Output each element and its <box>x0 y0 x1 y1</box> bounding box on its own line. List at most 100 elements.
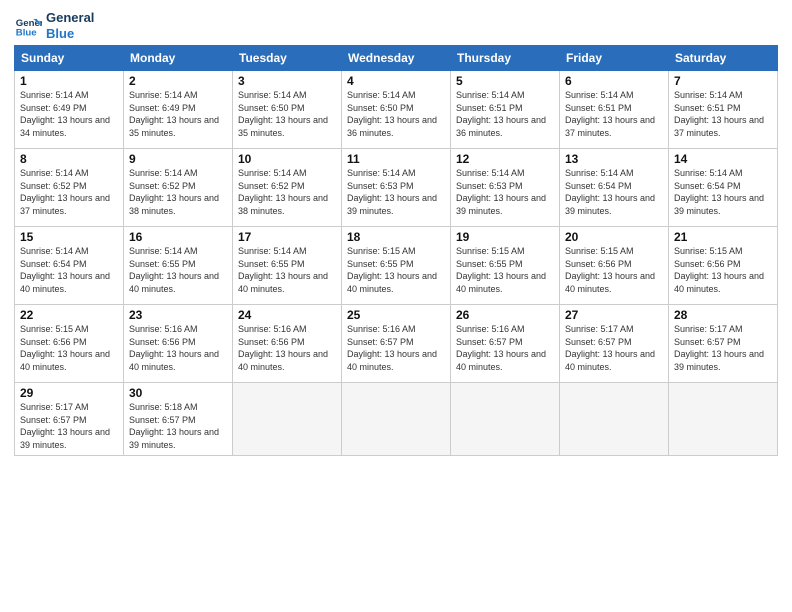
day-number: 3 <box>238 74 336 88</box>
day-number: 29 <box>20 386 118 400</box>
calendar-cell: 7Sunrise: 5:14 AMSunset: 6:51 PMDaylight… <box>669 71 778 149</box>
calendar-cell: 9Sunrise: 5:14 AMSunset: 6:52 PMDaylight… <box>124 149 233 227</box>
day-info: Sunrise: 5:14 AMSunset: 6:55 PMDaylight:… <box>238 245 336 295</box>
day-number: 17 <box>238 230 336 244</box>
calendar-cell: 15Sunrise: 5:14 AMSunset: 6:54 PMDayligh… <box>15 227 124 305</box>
week-row: 29Sunrise: 5:17 AMSunset: 6:57 PMDayligh… <box>15 383 778 455</box>
logo-icon: General Blue <box>14 12 42 40</box>
calendar-cell <box>669 383 778 455</box>
calendar-cell: 1Sunrise: 5:14 AMSunset: 6:49 PMDaylight… <box>15 71 124 149</box>
week-row: 8Sunrise: 5:14 AMSunset: 6:52 PMDaylight… <box>15 149 778 227</box>
day-number: 18 <box>347 230 445 244</box>
calendar-cell: 21Sunrise: 5:15 AMSunset: 6:56 PMDayligh… <box>669 227 778 305</box>
calendar-cell: 17Sunrise: 5:14 AMSunset: 6:55 PMDayligh… <box>233 227 342 305</box>
calendar-cell: 25Sunrise: 5:16 AMSunset: 6:57 PMDayligh… <box>342 305 451 383</box>
calendar-cell: 11Sunrise: 5:14 AMSunset: 6:53 PMDayligh… <box>342 149 451 227</box>
day-number: 5 <box>456 74 554 88</box>
logo-text-general: General <box>46 10 94 26</box>
weekday-header-row: SundayMondayTuesdayWednesdayThursdayFrid… <box>15 46 778 71</box>
calendar-cell: 16Sunrise: 5:14 AMSunset: 6:55 PMDayligh… <box>124 227 233 305</box>
day-number: 12 <box>456 152 554 166</box>
calendar-cell: 23Sunrise: 5:16 AMSunset: 6:56 PMDayligh… <box>124 305 233 383</box>
day-info: Sunrise: 5:14 AMSunset: 6:51 PMDaylight:… <box>674 89 772 139</box>
calendar-cell: 2Sunrise: 5:14 AMSunset: 6:49 PMDaylight… <box>124 71 233 149</box>
day-number: 23 <box>129 308 227 322</box>
calendar-cell <box>342 383 451 455</box>
day-number: 22 <box>20 308 118 322</box>
day-info: Sunrise: 5:14 AMSunset: 6:52 PMDaylight:… <box>238 167 336 217</box>
day-info: Sunrise: 5:17 AMSunset: 6:57 PMDaylight:… <box>674 323 772 373</box>
day-info: Sunrise: 5:14 AMSunset: 6:53 PMDaylight:… <box>456 167 554 217</box>
day-info: Sunrise: 5:17 AMSunset: 6:57 PMDaylight:… <box>20 401 118 451</box>
logo: General Blue General Blue <box>14 10 94 41</box>
day-info: Sunrise: 5:15 AMSunset: 6:56 PMDaylight:… <box>20 323 118 373</box>
logo-text-blue: Blue <box>46 26 94 42</box>
day-number: 1 <box>20 74 118 88</box>
calendar-cell: 6Sunrise: 5:14 AMSunset: 6:51 PMDaylight… <box>560 71 669 149</box>
calendar-cell: 30Sunrise: 5:18 AMSunset: 6:57 PMDayligh… <box>124 383 233 455</box>
calendar-cell: 12Sunrise: 5:14 AMSunset: 6:53 PMDayligh… <box>451 149 560 227</box>
calendar-cell <box>233 383 342 455</box>
day-number: 24 <box>238 308 336 322</box>
day-info: Sunrise: 5:14 AMSunset: 6:54 PMDaylight:… <box>565 167 663 217</box>
weekday-header: Sunday <box>15 46 124 71</box>
day-info: Sunrise: 5:18 AMSunset: 6:57 PMDaylight:… <box>129 401 227 451</box>
calendar-cell: 5Sunrise: 5:14 AMSunset: 6:51 PMDaylight… <box>451 71 560 149</box>
day-number: 4 <box>347 74 445 88</box>
day-info: Sunrise: 5:14 AMSunset: 6:55 PMDaylight:… <box>129 245 227 295</box>
day-info: Sunrise: 5:14 AMSunset: 6:52 PMDaylight:… <box>20 167 118 217</box>
day-info: Sunrise: 5:14 AMSunset: 6:50 PMDaylight:… <box>347 89 445 139</box>
day-number: 20 <box>565 230 663 244</box>
calendar-cell: 26Sunrise: 5:16 AMSunset: 6:57 PMDayligh… <box>451 305 560 383</box>
day-number: 9 <box>129 152 227 166</box>
week-row: 1Sunrise: 5:14 AMSunset: 6:49 PMDaylight… <box>15 71 778 149</box>
weekday-header: Monday <box>124 46 233 71</box>
calendar-cell: 18Sunrise: 5:15 AMSunset: 6:55 PMDayligh… <box>342 227 451 305</box>
day-number: 19 <box>456 230 554 244</box>
day-info: Sunrise: 5:14 AMSunset: 6:53 PMDaylight:… <box>347 167 445 217</box>
day-number: 7 <box>674 74 772 88</box>
day-info: Sunrise: 5:14 AMSunset: 6:50 PMDaylight:… <box>238 89 336 139</box>
calendar-cell <box>451 383 560 455</box>
weekday-header: Tuesday <box>233 46 342 71</box>
day-info: Sunrise: 5:15 AMSunset: 6:55 PMDaylight:… <box>456 245 554 295</box>
day-info: Sunrise: 5:14 AMSunset: 6:54 PMDaylight:… <box>674 167 772 217</box>
day-number: 28 <box>674 308 772 322</box>
day-number: 11 <box>347 152 445 166</box>
day-number: 21 <box>674 230 772 244</box>
weekday-header: Wednesday <box>342 46 451 71</box>
day-info: Sunrise: 5:14 AMSunset: 6:49 PMDaylight:… <box>129 89 227 139</box>
calendar-cell: 10Sunrise: 5:14 AMSunset: 6:52 PMDayligh… <box>233 149 342 227</box>
day-number: 10 <box>238 152 336 166</box>
calendar-cell: 19Sunrise: 5:15 AMSunset: 6:55 PMDayligh… <box>451 227 560 305</box>
day-info: Sunrise: 5:15 AMSunset: 6:56 PMDaylight:… <box>565 245 663 295</box>
day-number: 2 <box>129 74 227 88</box>
calendar: SundayMondayTuesdayWednesdayThursdayFrid… <box>14 45 778 455</box>
day-info: Sunrise: 5:16 AMSunset: 6:56 PMDaylight:… <box>129 323 227 373</box>
day-number: 15 <box>20 230 118 244</box>
day-number: 25 <box>347 308 445 322</box>
day-number: 30 <box>129 386 227 400</box>
calendar-cell: 24Sunrise: 5:16 AMSunset: 6:56 PMDayligh… <box>233 305 342 383</box>
calendar-cell: 29Sunrise: 5:17 AMSunset: 6:57 PMDayligh… <box>15 383 124 455</box>
weekday-header: Thursday <box>451 46 560 71</box>
day-info: Sunrise: 5:14 AMSunset: 6:49 PMDaylight:… <box>20 89 118 139</box>
day-info: Sunrise: 5:14 AMSunset: 6:51 PMDaylight:… <box>456 89 554 139</box>
day-number: 16 <box>129 230 227 244</box>
day-number: 13 <box>565 152 663 166</box>
day-info: Sunrise: 5:14 AMSunset: 6:51 PMDaylight:… <box>565 89 663 139</box>
day-info: Sunrise: 5:16 AMSunset: 6:57 PMDaylight:… <box>456 323 554 373</box>
day-number: 14 <box>674 152 772 166</box>
week-row: 15Sunrise: 5:14 AMSunset: 6:54 PMDayligh… <box>15 227 778 305</box>
week-row: 22Sunrise: 5:15 AMSunset: 6:56 PMDayligh… <box>15 305 778 383</box>
calendar-cell: 27Sunrise: 5:17 AMSunset: 6:57 PMDayligh… <box>560 305 669 383</box>
calendar-cell: 28Sunrise: 5:17 AMSunset: 6:57 PMDayligh… <box>669 305 778 383</box>
svg-text:Blue: Blue <box>16 27 37 38</box>
day-info: Sunrise: 5:17 AMSunset: 6:57 PMDaylight:… <box>565 323 663 373</box>
calendar-cell: 13Sunrise: 5:14 AMSunset: 6:54 PMDayligh… <box>560 149 669 227</box>
day-info: Sunrise: 5:15 AMSunset: 6:56 PMDaylight:… <box>674 245 772 295</box>
calendar-cell: 3Sunrise: 5:14 AMSunset: 6:50 PMDaylight… <box>233 71 342 149</box>
day-number: 8 <box>20 152 118 166</box>
weekday-header: Saturday <box>669 46 778 71</box>
day-info: Sunrise: 5:15 AMSunset: 6:55 PMDaylight:… <box>347 245 445 295</box>
